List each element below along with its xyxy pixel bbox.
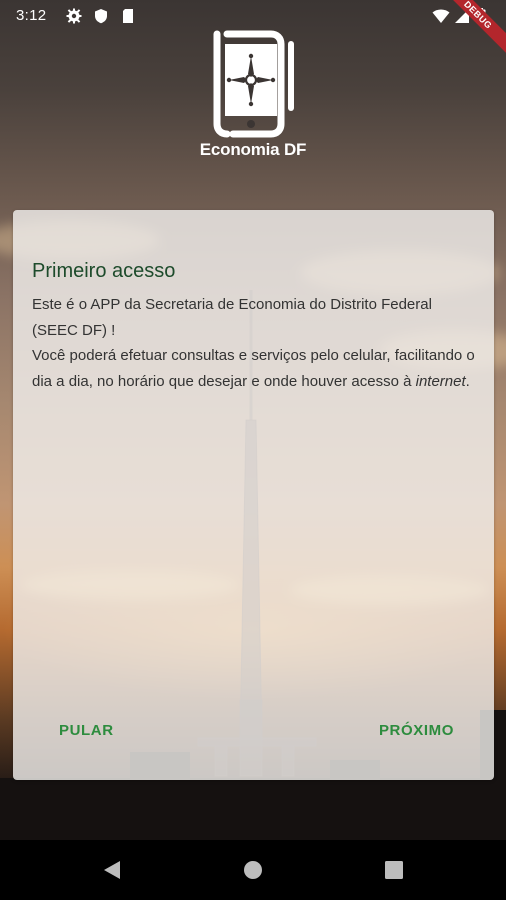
home-icon[interactable] — [241, 858, 265, 882]
wifi-icon — [432, 9, 450, 23]
back-icon[interactable] — [100, 858, 124, 882]
app-screen: 3:12 DEBUG Economia DF Primeiro acesso E… — [0, 0, 506, 900]
status-time: 3:12 — [16, 7, 47, 24]
card-paragraph-end: . — [465, 372, 470, 390]
card-title: Primeiro acesso — [32, 260, 176, 282]
sd-card-icon — [123, 9, 133, 23]
navigation-bar — [0, 840, 506, 900]
internet-emphasis: internet — [415, 372, 466, 390]
card-body: Este é o APP da Secretaria de Economia d… — [32, 292, 477, 394]
recents-icon[interactable] — [382, 858, 406, 882]
skip-button[interactable]: PULAR — [57, 718, 116, 743]
shield-icon — [95, 9, 107, 24]
phone-compass-logo — [213, 30, 294, 138]
card-paragraph: Você poderá efetuar consultas e serviços… — [32, 343, 477, 394]
welcome-card: Primeiro acesso Este é o APP da Secretar… — [13, 210, 494, 780]
card-paragraph-text: Você poderá efetuar consultas e serviços… — [32, 347, 475, 390]
status-bar: 3:12 DEBUG — [0, 0, 506, 56]
next-button[interactable]: PRÓXIMO — [377, 718, 456, 743]
settings-icon — [66, 8, 82, 24]
card-paragraph: Este é o APP da Secretaria de Economia d… — [32, 296, 432, 339]
app-name: Economia DF — [199, 140, 307, 159]
